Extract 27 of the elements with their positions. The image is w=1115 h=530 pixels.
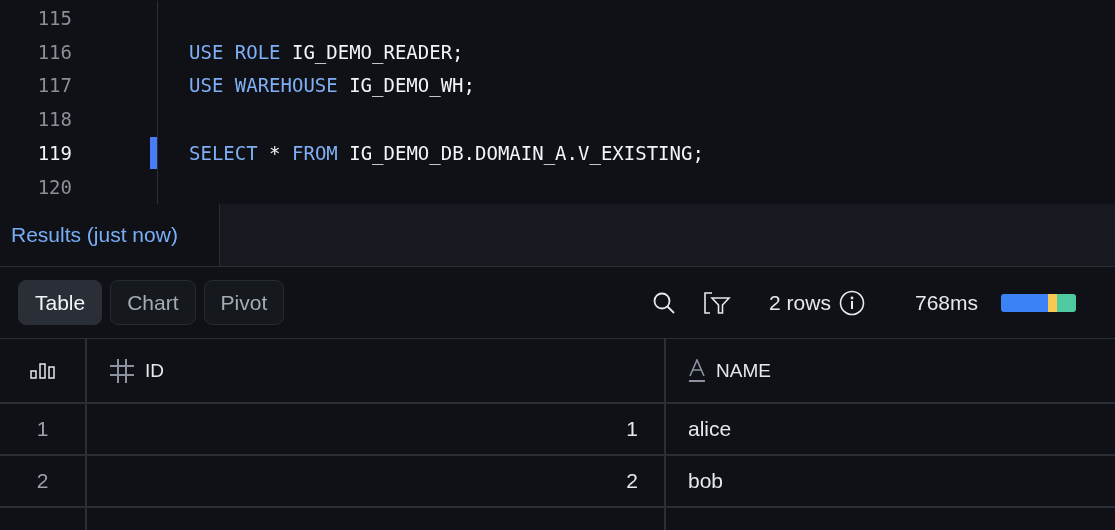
table-cell: alice <box>688 417 732 441</box>
code-line: USE WAREHOUSE IG_DEMO_WH; <box>189 74 475 97</box>
text-type-icon <box>688 358 706 383</box>
view-tab[interactable]: Chart <box>110 280 196 325</box>
table-cell: 2 <box>626 469 638 493</box>
view-tab[interactable]: Table <box>18 280 103 325</box>
info-icon[interactable] <box>838 289 865 316</box>
table-cell: bob <box>688 469 724 493</box>
code-line: SELECT * FROM IG_DEMO_DB.DOMAIN_A.V_EXISTING; <box>189 142 704 165</box>
column-header[interactable]: NAME <box>716 359 771 382</box>
line-number: 119 <box>36 142 72 165</box>
line-number: 116 <box>36 40 72 63</box>
line-number: 117 <box>36 74 72 97</box>
table-cell: 1 <box>626 417 638 441</box>
line-number: 118 <box>36 108 72 131</box>
row-count: 2 rows <box>769 290 831 315</box>
row-number: 2 <box>36 469 49 493</box>
column-chart-icon[interactable] <box>29 361 56 380</box>
column-header[interactable]: ID <box>145 359 164 382</box>
hash-icon <box>109 357 135 384</box>
code-line: USE ROLE IG_DEMO_READER; <box>189 40 464 63</box>
row-number: 1 <box>36 417 49 441</box>
view-tab[interactable]: Pivot <box>203 280 285 325</box>
query-duration: 768ms <box>914 290 978 315</box>
line-number: 120 <box>36 175 72 198</box>
filter-icon[interactable] <box>703 290 732 315</box>
line-number: 115 <box>36 6 72 29</box>
